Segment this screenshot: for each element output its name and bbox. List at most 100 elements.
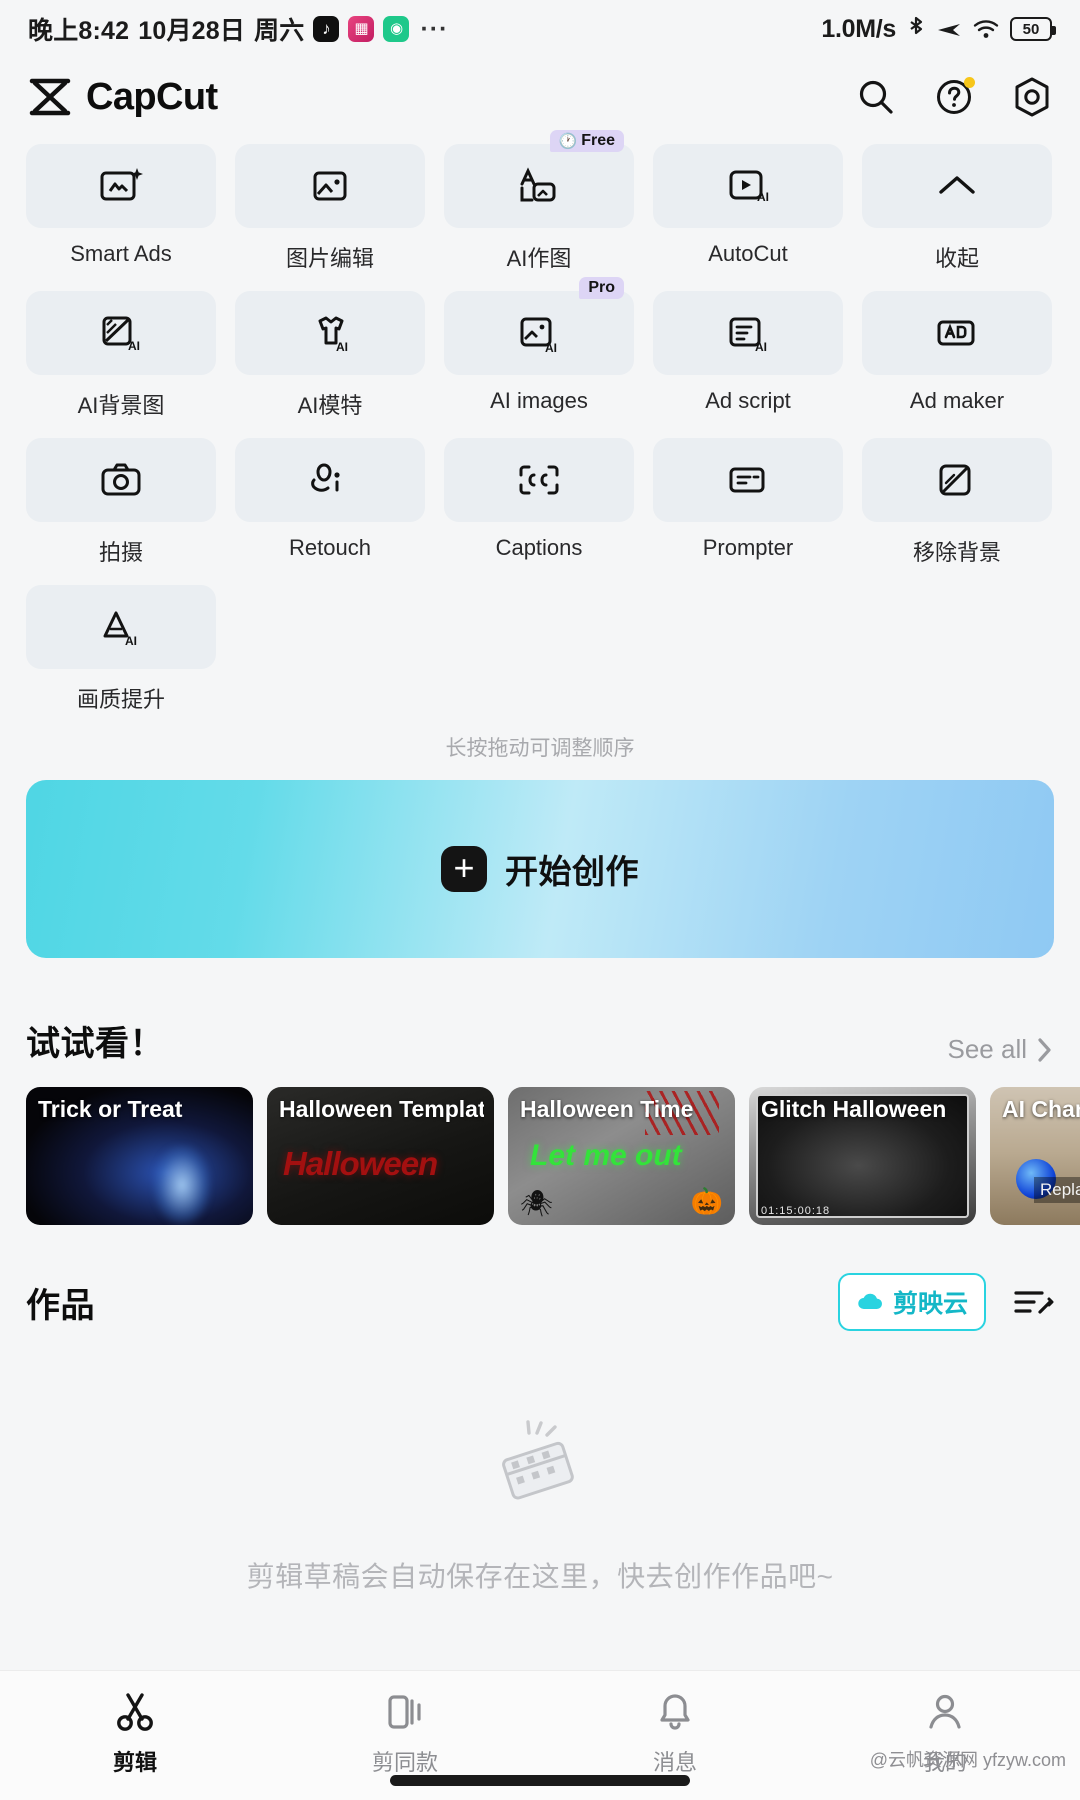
start-create-wrap: + 开始创作: [0, 780, 1080, 958]
try-section-header: 试试看！ See all: [0, 958, 1080, 1065]
tool-tile[interactable]: [235, 144, 425, 228]
tool-label: Retouch: [289, 535, 371, 560]
tool-ad-maker[interactable]: Ad maker: [862, 291, 1052, 420]
brand-name: CapCut: [86, 75, 218, 118]
tool-tile[interactable]: AI: [653, 144, 843, 228]
tool-label: Captions: [495, 535, 583, 560]
tool-tile[interactable]: [26, 144, 216, 228]
ai-draw-icon: [516, 164, 562, 208]
tool-image-edit[interactable]: 图片编辑: [235, 144, 425, 273]
tools-grid: Smart Ads 图片编辑 🕐 Free AI作图 AI AutoCut 收起…: [0, 130, 1080, 762]
status-date: 10月28日: [138, 17, 246, 45]
ai-background-icon: AI: [98, 311, 144, 355]
capcut-logo-icon: [26, 77, 74, 117]
tool-collapse[interactable]: 收起: [862, 144, 1052, 273]
template-timecode: 01:15:00:18: [761, 1205, 831, 1217]
cloud-button[interactable]: 剪映云: [837, 1273, 986, 1331]
works-section-title: 作品: [26, 1286, 95, 1325]
template-card-title: Halloween Time: [520, 1096, 694, 1122]
tool-camera[interactable]: 拍摄: [26, 438, 216, 567]
template-card[interactable]: Halloween Time Let me out 🕷 🎃: [508, 1087, 735, 1225]
tool-tile[interactable]: AI: [26, 585, 216, 669]
app-bar: CapCut: [0, 58, 1080, 136]
green-app-icon: [383, 16, 410, 42]
tool-ad-script[interactable]: AI Ad script: [653, 291, 843, 420]
tool-tile[interactable]: AI: [235, 291, 425, 375]
template-overlay-text: Let me out: [530, 1139, 682, 1172]
capcut-home-screen: 晚上8:42 10月28日 周六 ··· 1.0M/s: [0, 0, 1080, 1800]
tool-retouch[interactable]: Retouch: [235, 438, 425, 567]
works-empty-text: 剪辑草稿会自动保存在这里，快去创作作品吧~: [246, 1561, 834, 1592]
drag-reorder-hint: 长按拖动可调整顺序: [445, 737, 635, 760]
tool-remove-background[interactable]: 移除背景: [862, 438, 1052, 567]
svg-text:AI: AI: [545, 341, 557, 355]
svg-text:AI: AI: [128, 339, 140, 353]
works-actions: 剪映云: [837, 1273, 1054, 1331]
tool-tile[interactable]: [653, 438, 843, 522]
works-empty-state: 剪辑草稿会自动保存在这里，快去创作作品吧~: [0, 1331, 1080, 1595]
help-icon[interactable]: [932, 75, 976, 119]
tool-tile[interactable]: [862, 438, 1052, 522]
tool-smart-ads[interactable]: Smart Ads: [26, 144, 216, 273]
home-indicator: [390, 1775, 690, 1786]
chevron-right-icon: [1036, 1036, 1054, 1064]
tool-label: AI images: [490, 388, 588, 413]
edit-list-icon[interactable]: [1012, 1285, 1054, 1319]
nav-item-edit[interactable]: 剪辑: [0, 1689, 270, 1777]
tool-label: AI模特: [297, 393, 363, 418]
tool-prompter[interactable]: Prompter: [653, 438, 843, 567]
template-card[interactable]: Halloween Templates: [267, 1087, 494, 1225]
template-card-title: Glitch Halloween: [761, 1096, 947, 1122]
tool-row: Smart Ads 图片编辑 🕐 Free AI作图 AI AutoCut 收起: [26, 130, 1054, 273]
template-card[interactable]: AI Characters Replaceable appearance: [990, 1087, 1080, 1225]
settings-icon[interactable]: [1010, 75, 1054, 119]
tool-label: Ad maker: [909, 388, 1005, 413]
template-card[interactable]: Trick or Treat: [26, 1087, 253, 1225]
smart-ads-icon: [97, 164, 145, 208]
tool-tile[interactable]: [26, 438, 216, 522]
watermark: @云帆资源网 yfzyw.com: [869, 1750, 1066, 1770]
tool-tile[interactable]: [444, 438, 634, 522]
tool-tile[interactable]: AI: [26, 291, 216, 375]
image-edit-icon: [308, 164, 352, 208]
bell-icon: [652, 1689, 698, 1735]
nav-item-messages[interactable]: 消息: [540, 1689, 810, 1777]
status-bar: 晚上8:42 10月28日 周六 ··· 1.0M/s: [0, 0, 1080, 58]
tool-ai-images[interactable]: Pro AI AI images: [444, 277, 634, 420]
tool-enhance-quality[interactable]: AI 画质提升: [26, 585, 216, 714]
search-icon[interactable]: [854, 75, 898, 119]
tool-autocut[interactable]: AI AutoCut: [653, 144, 843, 273]
nav-item-templates[interactable]: 剪同款: [270, 1689, 540, 1777]
tool-captions[interactable]: Captions: [444, 438, 634, 567]
tool-tile[interactable]: [235, 438, 425, 522]
pumpkin-icon: 🎃: [690, 1186, 723, 1216]
see-all-button[interactable]: See all: [948, 1034, 1055, 1065]
tool-ai-draw[interactable]: 🕐 Free AI作图: [444, 130, 634, 273]
template-card-title: Halloween Templates: [279, 1096, 484, 1122]
pink-app-icon: [348, 16, 375, 42]
autocut-icon: AI: [725, 164, 771, 208]
badge-label: Pro: [588, 279, 615, 296]
nav-label: 剪同款: [371, 1750, 438, 1775]
airplane-mode-icon: [936, 16, 962, 42]
template-tag: Replaceable appearance: [1034, 1177, 1080, 1203]
free-badge: 🕐 Free: [549, 130, 624, 152]
template-card[interactable]: Glitch Halloween 01:15:00:18: [749, 1087, 976, 1225]
tool-tile[interactable]: [862, 144, 1052, 228]
tool-ai-background[interactable]: AI AI背景图: [26, 291, 216, 420]
tool-ai-model[interactable]: AI AI模特: [235, 291, 425, 420]
tool-tile[interactable]: [862, 291, 1052, 375]
tool-tile[interactable]: AI: [653, 291, 843, 375]
start-create-button[interactable]: + 开始创作: [26, 780, 1054, 958]
svg-text:AI: AI: [755, 340, 767, 354]
retouch-icon: [306, 458, 354, 502]
person-icon: [922, 1689, 968, 1735]
scissors-icon: [112, 1689, 158, 1735]
see-all-label: See all: [947, 1034, 1028, 1064]
template-card-list[interactable]: Trick or Treat Halloween Templates Hallo…: [0, 1065, 1080, 1225]
status-bar-right: 1.0M/s 50: [821, 15, 1056, 44]
svg-text:AI: AI: [336, 340, 348, 354]
tool-tile[interactable]: AI: [444, 291, 634, 375]
badge-label: Free: [581, 132, 615, 149]
tool-tile[interactable]: [444, 144, 634, 228]
